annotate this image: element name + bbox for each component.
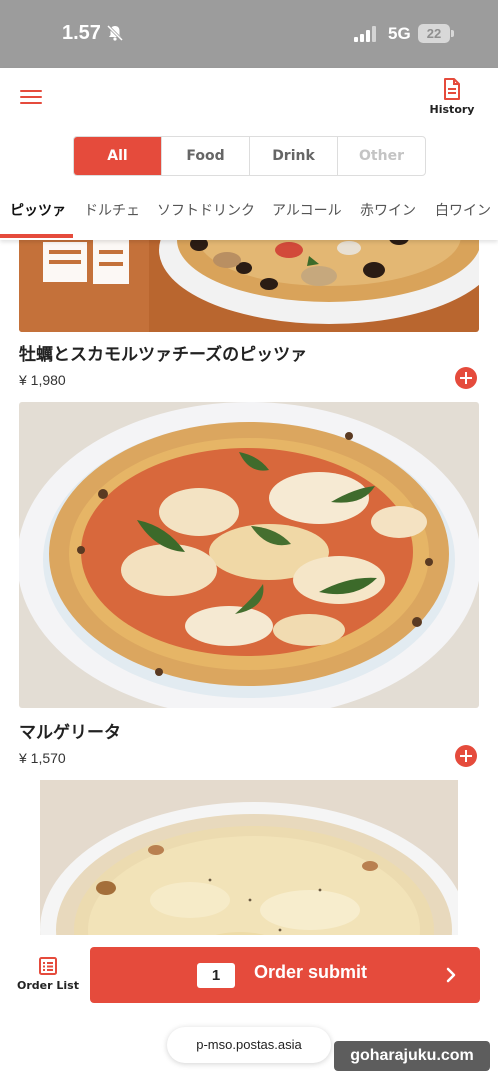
chevron-right-icon xyxy=(446,967,456,983)
app-header: History All Food Drink Other ピッツァ ドルチェ ソ… xyxy=(0,68,498,240)
battery-tip xyxy=(451,30,454,37)
history-button[interactable]: History xyxy=(424,78,480,128)
filter-all[interactable]: All xyxy=(74,137,162,175)
battery-icon: 22 xyxy=(418,24,454,43)
battery-level: 22 xyxy=(418,24,450,43)
document-icon xyxy=(444,78,460,100)
order-count-badge: 1 xyxy=(197,963,235,988)
add-to-cart-icon[interactable] xyxy=(455,745,477,767)
order-submit-label: Order submit xyxy=(254,962,368,982)
filter-food[interactable]: Food xyxy=(162,137,250,175)
status-time: 1.57 xyxy=(62,22,101,44)
order-submit-button[interactable]: 1 Order submit xyxy=(90,947,480,1003)
item-image-margherita[interactable] xyxy=(19,402,479,708)
item-name: 牡蠣とスカモルツァチーズのピッツァ xyxy=(19,345,308,365)
tab-soft-drink[interactable]: ソフトドリンク xyxy=(157,200,255,220)
url-bar[interactable]: p-mso.postas.asia xyxy=(167,1027,331,1063)
order-list-label: Order List xyxy=(17,979,79,992)
filter-other[interactable]: Other xyxy=(338,137,425,175)
tab-pizza[interactable]: ピッツァ xyxy=(10,200,66,220)
order-list-button[interactable]: Order List xyxy=(14,957,82,1001)
type-filter: All Food Drink Other xyxy=(73,136,426,176)
history-label: History xyxy=(429,103,475,116)
browser-toolbar: p-mso.postas.asia goharajuku.com xyxy=(0,1013,498,1080)
tab-red-wine[interactable]: 赤ワイン xyxy=(360,200,416,220)
category-tabs: ピッツァ ドルチェ ソフトドリンク アルコール 赤ワイン 白ワイン xyxy=(0,190,498,238)
item-image-oyster-pizza[interactable] xyxy=(19,240,479,332)
active-tab-indicator xyxy=(0,234,73,238)
item-name: マルゲリータ xyxy=(19,723,121,743)
tab-white-wine[interactable]: 白ワイン xyxy=(435,200,491,220)
item-price: ¥ 1,980 xyxy=(19,372,66,388)
watermark: goharajuku.com xyxy=(334,1041,490,1071)
bell-off-icon xyxy=(106,24,124,42)
bottom-action-bar: Order List 1 Order submit xyxy=(0,935,498,1013)
network-type: 5G xyxy=(388,24,411,43)
tab-dolce[interactable]: ドルチェ xyxy=(84,200,140,220)
filter-drink[interactable]: Drink xyxy=(250,137,338,175)
list-icon xyxy=(39,957,57,975)
status-bar: 1.57 5G 22 xyxy=(0,0,498,68)
tab-alcohol[interactable]: アルコール xyxy=(272,200,342,220)
signal-icon xyxy=(354,26,376,42)
hamburger-icon[interactable] xyxy=(20,90,42,108)
item-price: ¥ 1,570 xyxy=(19,750,66,766)
add-to-cart-icon[interactable] xyxy=(455,367,477,389)
